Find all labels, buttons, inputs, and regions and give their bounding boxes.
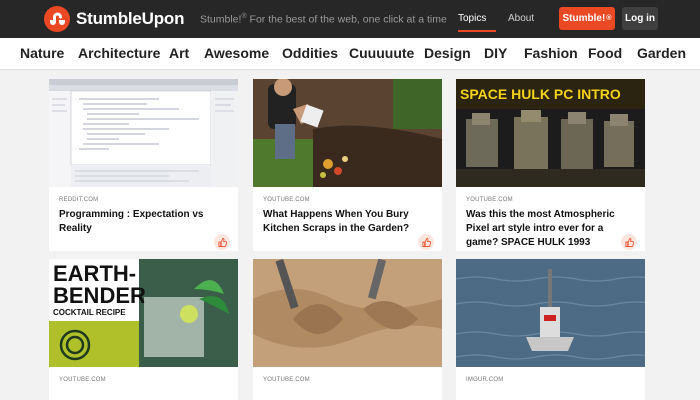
thumb-title-text: SPACE HULK PC INTRO: [460, 86, 621, 102]
category-diy[interactable]: DIY: [484, 45, 507, 61]
category-nature[interactable]: Nature: [20, 45, 64, 61]
tagline-prefix: Stumble!: [200, 13, 242, 26]
card-source: YOUTUBE.COM: [263, 197, 310, 203]
stumble-button-label: Stumble!: [562, 13, 606, 24]
tagline: Stumble!® For the best of the web, one c…: [200, 13, 447, 26]
thumbs-up-icon[interactable]: [621, 234, 637, 250]
content-card[interactable]: YOUTUBE.COM What Happens When You Bury K…: [253, 79, 442, 251]
card-thumbnail[interactable]: [253, 79, 442, 187]
nav-topics-link[interactable]: Topics: [458, 13, 486, 24]
content-card[interactable]: EARTH- BENDER COCKTAIL RECIPE YOUTUBE.CO…: [49, 259, 238, 400]
card-title[interactable]: Programming : Expectation vs Reality: [59, 208, 231, 236]
card-source: YOUTUBE.COM: [466, 197, 513, 203]
card-title[interactable]: What Happens When You Bury Kitchen Scrap…: [263, 208, 435, 236]
category-design[interactable]: Design: [424, 45, 471, 61]
nav-about-link[interactable]: About: [508, 13, 534, 24]
content-card[interactable]: YOUTUBE.COM: [253, 259, 442, 400]
content-card[interactable]: SPACE HULK PC INTRO YOUTUBE.COM Was this…: [456, 79, 645, 251]
thumbs-up-icon[interactable]: [418, 234, 434, 250]
category-fashion[interactable]: Fashion: [524, 45, 578, 61]
login-button[interactable]: Log in: [622, 7, 658, 30]
category-art[interactable]: Art: [169, 45, 189, 61]
card-title[interactable]: Was this the most Atmospheric Pixel art …: [466, 208, 638, 250]
top-navigation-bar: StumbleUpon Stumble!® For the best of th…: [0, 0, 700, 38]
content-card[interactable]: REDDIT.COM Programming : Expectation vs …: [49, 79, 238, 251]
category-cuuuuute[interactable]: Cuuuuute: [349, 45, 414, 61]
card-source: YOUTUBE.COM: [59, 377, 106, 383]
stumble-button[interactable]: Stumble! ®: [559, 7, 615, 30]
card-source: REDDIT.COM: [59, 197, 99, 203]
category-garden[interactable]: Garden: [637, 45, 686, 61]
category-bar: Nature Architecture Art Awesome Oddities…: [0, 38, 700, 70]
stumbleupon-logo-icon[interactable]: [44, 6, 70, 32]
content-card[interactable]: IMGUR.COM: [456, 259, 645, 400]
category-awesome[interactable]: Awesome: [204, 45, 269, 61]
logo-text[interactable]: StumbleUpon: [76, 9, 184, 29]
category-food[interactable]: Food: [588, 45, 622, 61]
tagline-text: For the best of the web, one click at a …: [249, 13, 447, 26]
card-thumbnail[interactable]: SPACE HULK PC INTRO: [456, 79, 645, 187]
category-oddities[interactable]: Oddities: [282, 45, 338, 61]
card-thumbnail[interactable]: [49, 79, 238, 187]
thumb-line-3: COCKTAIL RECIPE: [53, 308, 126, 317]
tagline-registered-mark: ®: [241, 13, 247, 20]
card-thumbnail[interactable]: [456, 259, 645, 367]
active-tab-indicator: [458, 30, 496, 32]
card-source: YOUTUBE.COM: [263, 377, 310, 383]
card-source: IMGUR.COM: [466, 377, 504, 383]
category-architecture[interactable]: Architecture: [78, 45, 160, 61]
card-thumbnail[interactable]: EARTH- BENDER COCKTAIL RECIPE: [49, 259, 238, 367]
stumble-registered-mark: ®: [606, 15, 612, 22]
thumbs-up-icon[interactable]: [214, 234, 230, 250]
card-thumbnail[interactable]: [253, 259, 442, 367]
thumb-line-2: BENDER: [53, 283, 146, 308]
